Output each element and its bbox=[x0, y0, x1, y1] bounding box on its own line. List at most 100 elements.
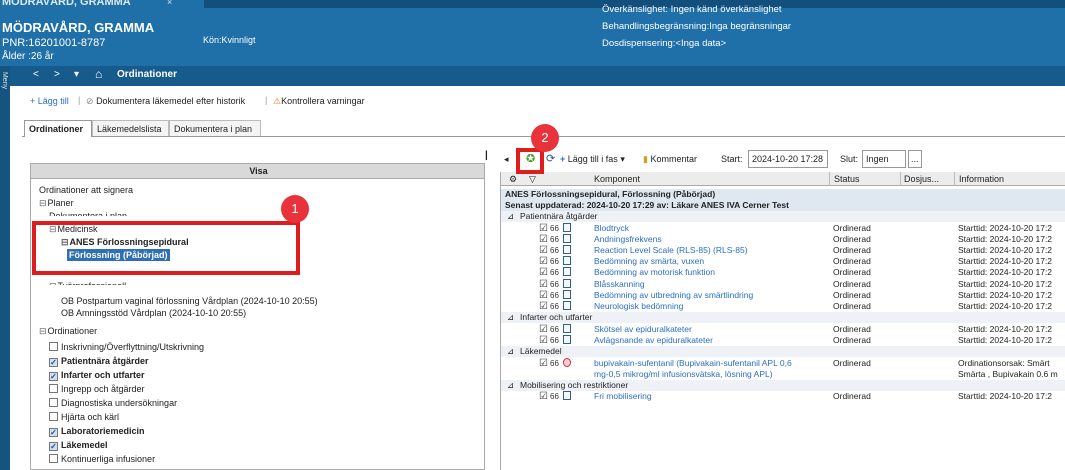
tree-item[interactable]: ✓ Patientnära åtgärder bbox=[49, 355, 149, 367]
checkbox[interactable]: ✓ bbox=[49, 372, 58, 381]
tree-item[interactable]: ⊟Planer bbox=[39, 197, 74, 209]
home-icon[interactable]: ⌂ bbox=[95, 67, 102, 81]
collapse-toggle-icon[interactable]: ⊿ bbox=[507, 380, 514, 391]
collapse-toggle-icon[interactable]: ⊟ bbox=[49, 281, 57, 285]
end-date-picker-button[interactable]: ... bbox=[908, 150, 922, 168]
document-history-button[interactable]: ⊘ Dokumentera läkemedel efter historik bbox=[86, 96, 245, 107]
tab-dokumentera-i-plan[interactable]: Dokumentera i plan bbox=[169, 120, 261, 137]
check-warnings-button[interactable]: ⚠Kontrollera varningar bbox=[273, 96, 365, 107]
tree-item[interactable]: ✓ Läkemedel bbox=[49, 439, 108, 451]
table-row[interactable]: ☑ 66 Avlägsnande av epiduralkateter Ordiner… bbox=[501, 334, 1065, 346]
tree-item[interactable]: ✓ Laboratoriemedicin bbox=[49, 425, 145, 437]
tree-item[interactable]: Hjärta och kärl bbox=[49, 411, 119, 423]
window-tab-title[interactable]: MÖDRAVÅRD, GRAMMA bbox=[2, 0, 131, 8]
component-link[interactable]: Bedömning av motorisk funktion bbox=[594, 267, 715, 278]
collapse-toggle-icon[interactable]: ⊿ bbox=[507, 211, 514, 222]
checkmark-icon[interactable]: ☑ bbox=[539, 256, 548, 267]
table-row[interactable]: ☑ 66 Bedömning av motorisk funktion Ordiner… bbox=[501, 267, 1065, 278]
tab-lakemedelslista[interactable]: Läkemedelslista bbox=[92, 120, 169, 137]
col-status[interactable]: Status bbox=[834, 174, 860, 184]
tree-item[interactable]: Inskrivning/Överflyttning/Utskrivning bbox=[49, 341, 204, 353]
information-value: Starttid: 2024-10-20 17:2 bbox=[958, 289, 1053, 300]
checkmark-icon[interactable]: ☑ bbox=[539, 279, 548, 290]
component-link[interactable]: Blodtryck bbox=[594, 223, 629, 234]
component-link-continued[interactable]: mg-0,5 mikrog/ml infusionsvätska, lösnin… bbox=[594, 369, 773, 380]
table-row[interactable]: ☑ 66 Blodtryck Ordinerad Starttid: 2024-10-2… bbox=[501, 222, 1065, 234]
component-link[interactable]: Andningsfrekvens bbox=[594, 234, 662, 245]
chevron-down-icon[interactable]: ▾ bbox=[74, 69, 79, 80]
component-link[interactable]: Avlägsnande av epiduralkateter bbox=[594, 335, 713, 346]
tree-item[interactable]: ✓ Infarter och utfarter bbox=[49, 369, 145, 381]
checkbox[interactable] bbox=[49, 384, 58, 393]
patient-name: MÖDRAVÅRD, GRAMMA bbox=[2, 20, 155, 35]
clipboard-icon bbox=[562, 278, 571, 288]
checkmark-icon[interactable]: ☑ bbox=[539, 324, 548, 335]
checkmark-icon[interactable]: ☑ bbox=[539, 290, 548, 301]
collapse-toggle-icon[interactable]: ⊿ bbox=[507, 346, 514, 357]
tab-ordinationer[interactable]: Ordinationer bbox=[24, 120, 92, 137]
end-date-field[interactable]: Ingen bbox=[862, 150, 906, 168]
table-row[interactable]: ☑ 66 Neurologisk bedömning Ordinerad Startti… bbox=[501, 300, 1065, 312]
checkmark-icon[interactable]: ☑ bbox=[539, 245, 548, 256]
component-link[interactable]: Skötsel av epiduralkateter bbox=[594, 324, 692, 335]
filter-icon[interactable]: ▽ bbox=[529, 174, 536, 185]
checkmark-icon[interactable]: ☑ bbox=[539, 391, 548, 402]
collapse-panel-button[interactable]: | bbox=[485, 150, 488, 161]
collapse-toggle-icon[interactable]: ⊿ bbox=[507, 312, 514, 323]
checkmark-icon[interactable]: ☑ bbox=[539, 234, 548, 245]
tree-item[interactable]: Ingrepp och åtgärder bbox=[49, 383, 145, 395]
checkbox[interactable]: ✓ bbox=[49, 358, 58, 367]
settings-icon[interactable]: ⚙ bbox=[509, 174, 517, 185]
component-link[interactable]: Reaction Level Scale (RLS-85) (RLS-85) bbox=[594, 245, 748, 256]
component-link[interactable]: Bedömning av utbredning av smärtlindring bbox=[594, 290, 753, 301]
refresh-icon[interactable]: ⟳ bbox=[546, 152, 555, 165]
col-information[interactable]: Information bbox=[959, 174, 1004, 184]
tree-item[interactable]: Kontinuerliga infusioner bbox=[49, 453, 155, 465]
component-link[interactable]: Blåsskanning bbox=[594, 279, 645, 290]
back-button[interactable]: < bbox=[33, 69, 39, 80]
col-komponent[interactable]: Komponent bbox=[594, 174, 640, 184]
checkmark-icon[interactable]: ☑ bbox=[539, 301, 548, 312]
checkmark-icon[interactable]: ☑ bbox=[539, 358, 548, 369]
side-menu-strip[interactable]: Meny bbox=[0, 66, 10, 470]
checkbox[interactable]: ✓ bbox=[49, 442, 58, 451]
tree-item[interactable]: Diagnostiska undersökningar bbox=[49, 397, 177, 409]
start-date-field[interactable]: 2024-10-20 17:28 bbox=[748, 150, 828, 168]
component-link[interactable]: bupivakain-sufentanil (Bupivakain-sufent… bbox=[594, 358, 792, 369]
tree-item[interactable]: Ordinationer att signera bbox=[39, 184, 133, 196]
table-row[interactable]: ☑ 66 bupivakain-sufentanil (Bupivakain-suf… bbox=[501, 357, 1065, 369]
checkbox[interactable]: ✓ bbox=[49, 428, 58, 437]
table-row[interactable]: ☑ 66 Bedömning av smärta, vuxen Ordinerad St… bbox=[501, 256, 1065, 267]
col-dosjus[interactable]: Dosjus... bbox=[904, 174, 939, 184]
checkbox[interactable] bbox=[49, 454, 58, 463]
tree-item[interactable]: OB Postpartum vaginal förlossning Vårdpl… bbox=[61, 295, 318, 307]
table-row[interactable]: ☑ 66 Fri mobilisering Ordinerad Starttid: 20… bbox=[501, 391, 1065, 402]
add-phase-button[interactable]: + Lägg till i fas ▾ bbox=[560, 154, 625, 165]
tree-item[interactable]: ⊟Ordinationer bbox=[39, 325, 97, 337]
collapse-toggle-icon[interactable]: ⊟ bbox=[39, 326, 47, 336]
comment-button[interactable]: ▮ Kommentar bbox=[643, 154, 697, 165]
checkmark-icon[interactable]: ☑ bbox=[539, 267, 548, 278]
component-link[interactable]: Neurologisk bedömning bbox=[594, 301, 683, 312]
component-link[interactable]: Bedömning av smärta, vuxen bbox=[594, 256, 704, 267]
checkmark-icon[interactable]: ☑ bbox=[539, 223, 548, 234]
table-row[interactable]: ☑ 66 Andningsfrekvens Ordinerad Starttid: 20… bbox=[501, 233, 1065, 245]
table-row[interactable]: ☑ 66 Blåsskanning Ordinerad Starttid: 2024-1… bbox=[501, 278, 1065, 290]
callout-badge-2: 2 bbox=[531, 124, 559, 152]
checkbox[interactable] bbox=[49, 342, 58, 351]
add-button[interactable]: + Lägg till bbox=[30, 96, 69, 106]
collapse-arrow-icon[interactable]: ◂ bbox=[504, 154, 509, 165]
checkmark-icon[interactable]: ☑ bbox=[539, 335, 548, 346]
tree-item[interactable]: ⊟Tvärprofessionell bbox=[49, 280, 126, 285]
checkbox[interactable] bbox=[49, 398, 58, 407]
table-row[interactable]: ☑ 66 Bedömning av utbredning av smärtlindr… bbox=[501, 289, 1065, 301]
component-link[interactable]: Fri mobilisering bbox=[594, 391, 652, 402]
table-row[interactable]: ☑ 66 Reaction Level Scale (RLS-85) (RLS-85… bbox=[501, 244, 1065, 256]
close-icon[interactable]: × bbox=[167, 0, 172, 7]
tree-item[interactable]: OB Amningsstöd Vårdplan (2024-10-10 20:5… bbox=[61, 307, 246, 319]
row-icons: ☑ 66 bbox=[539, 357, 571, 369]
checkbox[interactable] bbox=[49, 412, 58, 421]
forward-button[interactable]: > bbox=[54, 69, 60, 80]
table-row[interactable]: ☑ 66 Skötsel av epiduralkateter Ordinerad St… bbox=[501, 323, 1065, 335]
collapse-toggle-icon[interactable]: ⊟ bbox=[39, 198, 47, 208]
